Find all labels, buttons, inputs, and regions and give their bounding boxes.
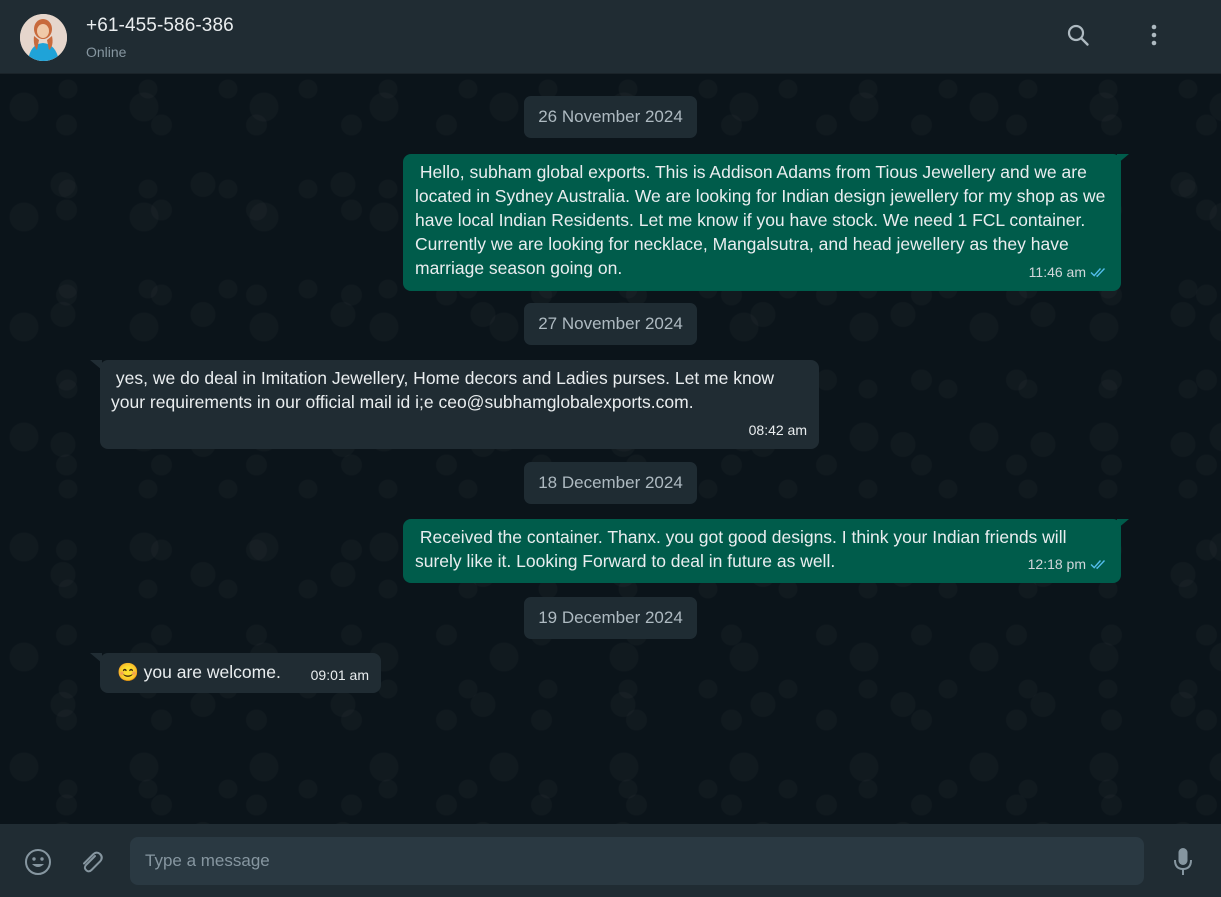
- bubble-tail: [90, 360, 102, 370]
- message-text: Hello, subham global exports. This is Ad…: [415, 162, 1111, 278]
- date-separator: 19 December 2024: [524, 597, 697, 639]
- read-ticks-icon: [1090, 268, 1106, 278]
- message-meta: 11:46 am: [1029, 260, 1109, 284]
- message-time: 08:42 am: [748, 422, 807, 438]
- message-text: Received the container. Thanx. you got g…: [415, 527, 1072, 571]
- message-time: 09:01 am: [310, 667, 369, 683]
- emoji-icon[interactable]: [22, 846, 54, 878]
- bubble-tail: [1117, 519, 1129, 529]
- message-time: 12:18 pm: [1027, 556, 1086, 572]
- date-separator: 26 November 2024: [524, 96, 697, 138]
- contact-avatar[interactable]: [20, 14, 67, 61]
- message-meta: 08:42 am: [749, 418, 807, 442]
- message-outgoing[interactable]: Received the container. Thanx. you got g…: [403, 519, 1121, 583]
- bubble-tail: [1117, 154, 1129, 164]
- message-time: 11:46 am: [1028, 264, 1086, 280]
- message-text: yes, we do deal in Imitation Jewellery, …: [111, 368, 779, 412]
- date-separator: 27 November 2024: [524, 303, 697, 345]
- search-icon[interactable]: [1063, 20, 1093, 50]
- chat-header: +61-455-586-386 Online: [0, 0, 1221, 74]
- message-meta: 09:01 am: [311, 663, 369, 687]
- bubble-tail: [90, 653, 102, 663]
- contact-status: Online: [86, 44, 127, 60]
- date-separator: 18 December 2024: [524, 462, 697, 504]
- compose-bar: [0, 824, 1221, 897]
- menu-icon[interactable]: [1139, 20, 1169, 50]
- message-outgoing[interactable]: Hello, subham global exports. This is Ad…: [403, 154, 1121, 291]
- message-incoming[interactable]: 😊 you are welcome. 09:01 am: [100, 653, 381, 693]
- message-incoming[interactable]: yes, we do deal in Imitation Jewellery, …: [100, 360, 819, 449]
- mic-icon[interactable]: [1167, 846, 1199, 878]
- attach-icon[interactable]: [75, 846, 107, 878]
- message-input[interactable]: [130, 837, 1144, 885]
- smile-emoji-icon: 😊: [117, 662, 139, 682]
- chat-area[interactable]: 26 November 2024 Hello, subham global ex…: [0, 74, 1221, 824]
- contact-name[interactable]: +61-455-586-386: [86, 15, 234, 37]
- message-body: you are welcome.: [143, 662, 281, 682]
- read-ticks-icon: [1090, 560, 1106, 570]
- message-meta: 12:18 pm: [1028, 552, 1109, 576]
